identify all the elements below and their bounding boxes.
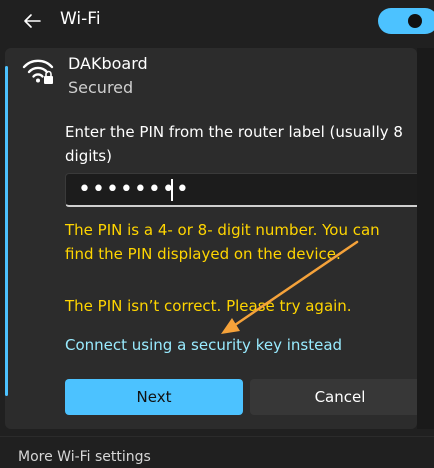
- network-name: DAKboard: [68, 54, 148, 73]
- back-arrow-icon[interactable]: [20, 9, 44, 33]
- pin-prompt: Enter the PIN from the router label (usu…: [65, 123, 403, 165]
- pin-hint-message: The PIN is a 4- or 8- digit number. You …: [65, 221, 380, 263]
- wifi-toggle[interactable]: [378, 8, 434, 34]
- cancel-button[interactable]: Cancel: [250, 379, 430, 415]
- next-button[interactable]: Next: [65, 379, 243, 415]
- page-title: Wi-Fi: [60, 9, 101, 29]
- toggle-knob: [408, 14, 422, 28]
- security-key-link[interactable]: Connect using a security key instead: [65, 336, 342, 354]
- pin-input[interactable]: [65, 173, 425, 207]
- pin-error-message: The PIN isn’t correct. Please try again.: [65, 297, 352, 315]
- more-wifi-settings-link[interactable]: More Wi-Fi settings: [18, 449, 151, 465]
- selection-accent-bar: [5, 66, 8, 396]
- network-status: Secured: [68, 78, 134, 97]
- text-caret: [171, 179, 173, 201]
- network-panel: DAKboard Secured Enter the PIN from the …: [5, 48, 430, 429]
- divider: [0, 436, 434, 437]
- header: Wi-Fi: [0, 0, 434, 44]
- wifi-secured-icon: [22, 59, 54, 84]
- right-edge-strip: [417, 48, 434, 429]
